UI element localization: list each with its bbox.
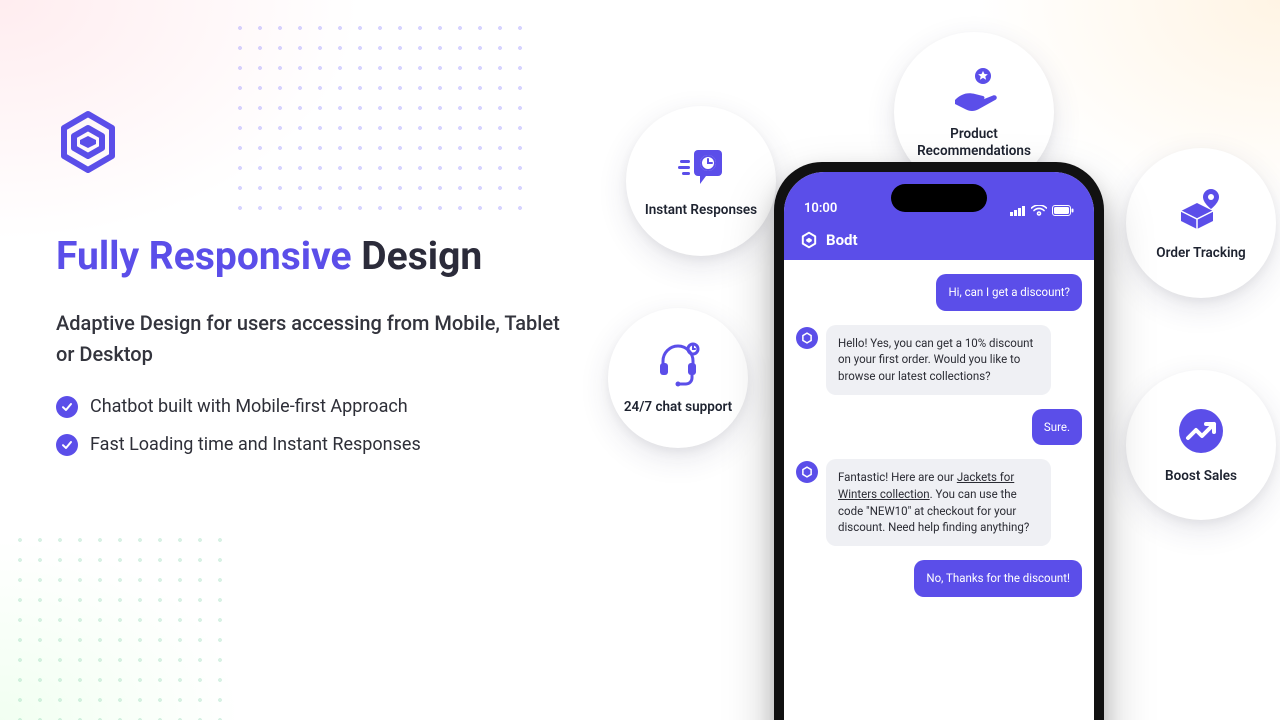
battery-icon [1052, 205, 1074, 216]
chat-bubble: Hi, can I get a discount? [936, 274, 1082, 311]
title-accent: Fully Responsive [56, 233, 352, 279]
app-title: Bodt [826, 231, 858, 249]
bullet-item: Chatbot built with Mobile-first Approach [56, 396, 576, 418]
chat-bubble: No, Thanks for the discount! [914, 560, 1082, 597]
chat-text: Fantastic! Here are our [838, 470, 957, 484]
hand-star-icon [949, 64, 999, 118]
hex-logo-icon [56, 110, 120, 174]
headset-icon [655, 341, 701, 391]
feature-label: Instant Responses [639, 202, 763, 219]
chat-message-bot: Hello! Yes, you can get a 10% discount o… [796, 325, 1082, 395]
phone-mockup: 10:00 Bodt Hi, can I get a [774, 162, 1104, 720]
feature-instant-responses: Instant Responses [626, 106, 776, 256]
feature-boost-sales: Boost Sales [1126, 370, 1276, 520]
bot-avatar-icon [796, 461, 818, 483]
chat-bubble: Hello! Yes, you can get a 10% discount o… [826, 325, 1051, 395]
page-title: Fully Responsive Design [56, 233, 576, 280]
chat-thread: Hi, can I get a discount? Hello! Yes, yo… [784, 260, 1094, 720]
status-time: 10:00 [804, 201, 837, 216]
bot-avatar-icon [796, 327, 818, 349]
feature-order-tracking: Order Tracking [1126, 148, 1276, 298]
clock-chat-icon [678, 144, 724, 194]
feature-label: Product Recommendations [894, 126, 1054, 160]
app-header: Bodt [784, 220, 1094, 260]
signal-icon [1010, 205, 1026, 216]
chat-message-user: Hi, can I get a discount? [796, 274, 1082, 311]
dynamic-island [891, 184, 987, 212]
feature-label: Order Tracking [1150, 245, 1251, 262]
chat-message-user: Sure. [796, 409, 1082, 446]
bullet-text: Chatbot built with Mobile-first Approach [90, 396, 408, 417]
check-icon [56, 434, 78, 456]
page-subtitle: Adaptive Design for users accessing from… [56, 308, 576, 370]
chat-message-bot: Fantastic! Here are our Jackets for Wint… [796, 459, 1082, 546]
title-rest: Design [352, 233, 483, 279]
check-icon [56, 396, 78, 418]
feature-label: Boost Sales [1159, 468, 1243, 485]
feature-label: 24/7 chat support [618, 399, 738, 416]
bullet-item: Fast Loading time and Instant Responses [56, 434, 576, 456]
feature-chat-support: 24/7 chat support [608, 308, 748, 448]
chat-message-user: No, Thanks for the discount! [796, 560, 1082, 597]
package-pin-icon [1177, 185, 1225, 237]
bullet-text: Fast Loading time and Instant Responses [90, 434, 421, 455]
chat-bubble: Fantastic! Here are our Jackets for Wint… [826, 459, 1051, 546]
app-logo-icon [800, 231, 818, 249]
decorative-dots [10, 530, 230, 720]
brand-logo [56, 110, 576, 178]
chat-bubble: Sure. [1032, 409, 1082, 446]
wifi-icon [1031, 205, 1047, 216]
trending-up-icon [1176, 406, 1226, 460]
